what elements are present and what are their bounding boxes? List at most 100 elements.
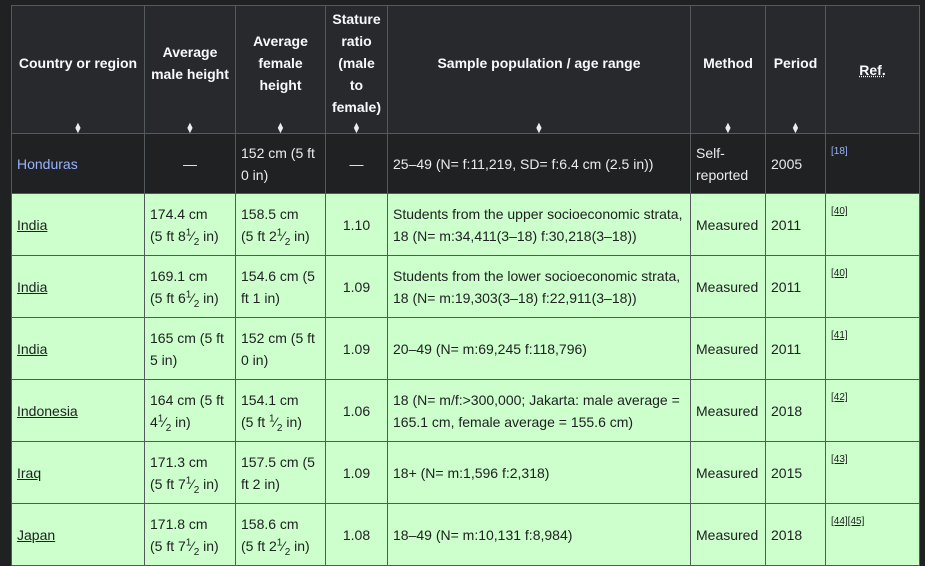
col-header-method[interactable]: Method ▲ ▼ (690, 5, 766, 135)
period-cell: 2005 (765, 133, 826, 194)
height-unit: in) (199, 537, 219, 554)
table-row: India 165 cm (5 ft 5 in) 152 cm (5 ft 0 … (11, 317, 920, 380)
method-cell: Measured (690, 193, 766, 256)
table-row: Japan 171.8 cm (5 ft 71⁄2 in) 158.6 cm (5 … (11, 503, 920, 566)
sort-icon[interactable]: ▲ ▼ (766, 121, 825, 135)
ref-link[interactable]: [43] (831, 454, 848, 465)
ref-cell: [41] (825, 317, 920, 380)
country-cell: Japan (11, 503, 145, 566)
sample-cell: 25–49 (N= f:11,219, SD= f:6.4 cm (2.5 in… (387, 133, 691, 194)
fraction: 1⁄2 (157, 412, 172, 434)
col-header-label: Stature ratio (male to female) (331, 10, 382, 115)
fraction: 1⁄2 (185, 288, 200, 310)
sort-icon[interactable]: ▲ ▼ (691, 121, 765, 135)
col-header-label: Country or region (18, 54, 138, 71)
col-header-female[interactable]: Average female height ▲ ▼ (235, 5, 326, 135)
col-header-label: Sample population / age range (437, 54, 641, 71)
table-row: Honduras — 152 cm (5 ft 0 in) — 25–49 (N… (11, 133, 920, 194)
sort-icon[interactable]: ▲ ▼ (145, 121, 235, 135)
female-height-cell: 158.5 cm (5 ft 21⁄2 in) (235, 193, 326, 256)
male-height-cell: — (144, 133, 236, 194)
height-metric: 154.1 cm (241, 391, 299, 408)
ratio-cell: 1.08 (325, 503, 388, 566)
col-header-ref: Ref. (825, 5, 920, 134)
col-header-label: Period (773, 54, 818, 71)
ratio-cell: 1.06 (325, 379, 388, 442)
col-header-period[interactable]: Period ▲ ▼ (765, 5, 826, 135)
fraction: 1⁄2 (276, 226, 291, 248)
period-cell: 2015 (765, 441, 826, 504)
female-height-cell: 157.5 cm (5 ft 2 in) (235, 441, 326, 504)
sort-icon[interactable]: ▲ ▼ (388, 121, 690, 135)
ref-cell: [42] (825, 379, 920, 442)
ref-link[interactable]: [42] (831, 392, 848, 403)
method-cell: Measured (690, 255, 766, 318)
col-header-sample[interactable]: Sample population / age range ▲ ▼ (387, 5, 691, 135)
table-row: Indonesia 164 cm (5 ft 41⁄2 in) 154.1 cm(… (11, 379, 920, 442)
height-imperial: (5 ft 7 (150, 537, 186, 554)
height-imperial: (5 ft 2 (241, 537, 277, 554)
height-imperial: 4 (150, 413, 158, 430)
height-unit: in) (199, 227, 219, 244)
sort-icon[interactable]: ▲ ▼ (326, 121, 387, 135)
method-cell: Measured (690, 379, 766, 442)
col-header-label: Method (703, 54, 753, 71)
ref-link[interactable]: [44][45] (831, 516, 864, 527)
height-unit: in) (290, 537, 310, 554)
female-height-cell: 152 cm (5 ft 0 in) (235, 133, 326, 194)
col-header-label: Average female height (253, 32, 308, 93)
country-cell: India (11, 317, 145, 380)
height-metric: 164 cm (5 ft (150, 391, 224, 408)
col-header-male[interactable]: Average male height ▲ ▼ (144, 5, 236, 135)
col-header-country[interactable]: Country or region ▲ ▼ (11, 5, 145, 135)
ref-link[interactable]: [41] (831, 330, 848, 341)
table-row: India 174.4 cm (5 ft 81⁄2 in) 158.5 cm (5 … (11, 193, 920, 256)
sort-icon[interactable]: ▲ ▼ (12, 121, 144, 135)
ref-link[interactable]: [40] (831, 206, 848, 217)
method-cell: Measured (690, 441, 766, 504)
country-link[interactable]: Japan (17, 527, 55, 543)
country-link[interactable]: Indonesia (17, 403, 78, 419)
ratio-cell: 1.09 (325, 317, 388, 380)
ref-cell: [43] (825, 441, 920, 504)
ref-cell: [18] (825, 133, 920, 194)
country-link[interactable]: India (17, 217, 47, 233)
country-cell: Iraq (11, 441, 145, 504)
country-link[interactable]: India (17, 341, 47, 357)
sample-cell: Students from the upper socioeconomic st… (387, 193, 691, 256)
height-metric: 171.8 cm (150, 515, 208, 532)
male-height-cell: 171.3 cm (5 ft 71⁄2 in) (144, 441, 236, 504)
height-imperial: (5 ft 7 (150, 475, 186, 492)
table-row: India 169.1 cm (5 ft 61⁄2 in) 154.6 cm (5… (11, 255, 920, 318)
country-link[interactable]: Iraq (17, 465, 41, 481)
period-cell: 2011 (765, 317, 826, 380)
height-table-container: Country or region ▲ ▼ Average male height ▲… (11, 5, 920, 566)
sort-icon[interactable]: ▲ ▼ (236, 121, 325, 135)
country-cell: India (11, 255, 145, 318)
fraction: 1⁄2 (185, 474, 200, 496)
sample-cell: Students from the lower socioeconomic st… (387, 255, 691, 318)
height-unit: in) (171, 413, 191, 430)
height-metric: 158.5 cm (241, 205, 299, 222)
country-link[interactable]: India (17, 279, 47, 295)
table-row: Iraq 171.3 cm (5 ft 71⁄2 in) 157.5 cm (5 … (11, 441, 920, 504)
height-metric: 171.3 cm (150, 453, 208, 470)
period-cell: 2018 (765, 503, 826, 566)
period-cell: 2011 (765, 255, 826, 318)
height-unit: in) (290, 227, 310, 244)
sample-cell: 18–49 (N= m:10,131 f:8,984) (387, 503, 691, 566)
method-cell: Self-reported (690, 133, 766, 194)
ref-cell: [44][45] (825, 503, 920, 566)
ratio-cell: — (325, 133, 388, 194)
female-height-cell: 152 cm (5 ft 0 in) (235, 317, 326, 380)
height-unit: in) (199, 475, 219, 492)
female-height-cell: 154.6 cm (5 ft 1 in) (235, 255, 326, 318)
country-link[interactable]: Honduras (17, 156, 78, 172)
ratio-cell: 1.09 (325, 441, 388, 504)
col-header-ratio[interactable]: Stature ratio (male to female) ▲ ▼ (325, 5, 388, 135)
ref-link[interactable]: [40] (831, 268, 848, 279)
country-cell: Indonesia (11, 379, 145, 442)
ref-link[interactable]: [18] (831, 146, 848, 157)
ratio-cell: 1.10 (325, 193, 388, 256)
male-height-cell: 171.8 cm (5 ft 71⁄2 in) (144, 503, 236, 566)
